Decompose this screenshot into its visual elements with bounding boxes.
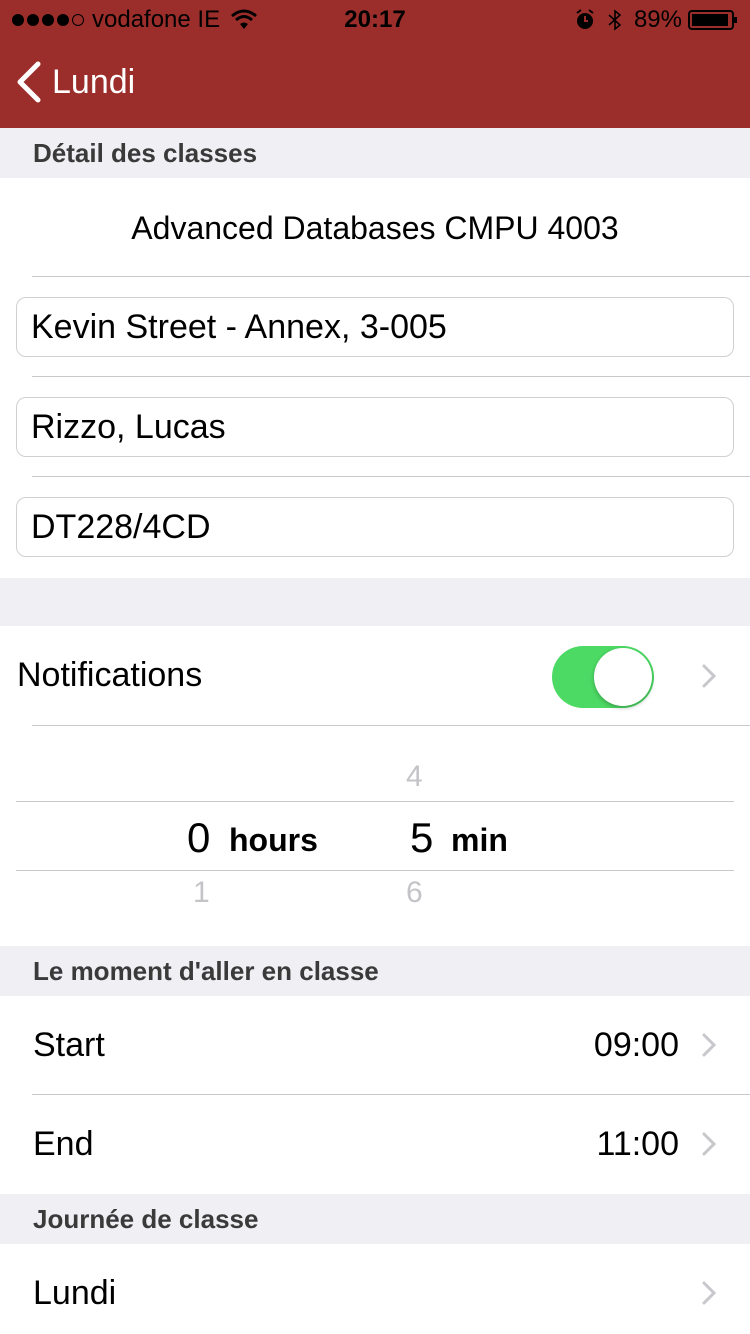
start-value: 09:00 [593,1026,679,1064]
separator [32,725,750,726]
start-row[interactable]: Start 09:00 [0,996,750,1094]
section-title: Le moment d'aller en classe [33,956,379,986]
notifications-group: Notifications 4 0 hours 5 min 1 6 [0,626,750,946]
separator [32,476,750,477]
notifications-label: Notifications [17,656,203,694]
end-value: 11:00 [596,1125,679,1163]
bluetooth-icon [608,9,622,31]
minutes-unit: min [451,822,508,858]
separator [32,376,750,377]
section-header-class-day: Journée de classe [0,1194,750,1244]
chevron-right-icon[interactable] [701,663,717,689]
end-row[interactable]: End 11:00 [0,1095,750,1194]
minutes-option-below[interactable]: 6 [406,876,423,910]
nav-bar: Lundi [0,40,750,128]
picker-selection-top [16,801,734,802]
separator [32,276,750,277]
section-header-class-details: Détail des classes [0,128,750,178]
class-details-group: Advanced Databases CMPU 4003 Kevin Stree… [0,178,750,578]
day-row[interactable]: Lundi [0,1244,750,1334]
hours-value[interactable]: 0 [187,814,210,862]
minutes-value[interactable]: 5 [410,814,433,862]
group-field[interactable]: DT228/4CD [16,497,734,557]
class-title: Advanced Databases CMPU 4003 [131,210,619,246]
alarm-icon [576,9,594,29]
class-day-group: Lundi [0,1244,750,1334]
hours-option-below[interactable]: 1 [193,876,210,910]
end-label: End [33,1125,94,1163]
back-button-label: Lundi [52,62,136,101]
battery-percent: 89% [633,6,682,33]
section-header-class-time: Le moment d'aller en classe [0,946,750,996]
status-right: 89% [574,6,738,34]
status-bar: vodafone IE 20:17 89% [0,0,750,40]
toggle-knob [594,648,652,706]
chevron-right-icon [702,1132,717,1156]
lecturer-field[interactable]: Rizzo, Lucas [16,397,734,457]
section-title: Journée de classe [33,1204,259,1234]
location-field[interactable]: Kevin Street - Annex, 3-005 [16,297,734,357]
hours-unit: hours [229,822,318,858]
chevron-right-icon [702,1281,717,1305]
chevron-left-icon [17,61,41,103]
class-time-group: Start 09:00 End 11:00 [0,996,750,1194]
picker-selection-bottom [16,870,734,871]
notifications-toggle[interactable] [552,646,654,708]
start-label: Start [33,1026,105,1064]
day-value: Lundi [33,1274,117,1312]
chevron-right-icon [702,1033,717,1057]
section-title: Détail des classes [33,138,258,168]
battery-icon [688,10,737,30]
minutes-option-above[interactable]: 4 [406,760,423,794]
back-button[interactable]: Lundi [14,60,135,104]
